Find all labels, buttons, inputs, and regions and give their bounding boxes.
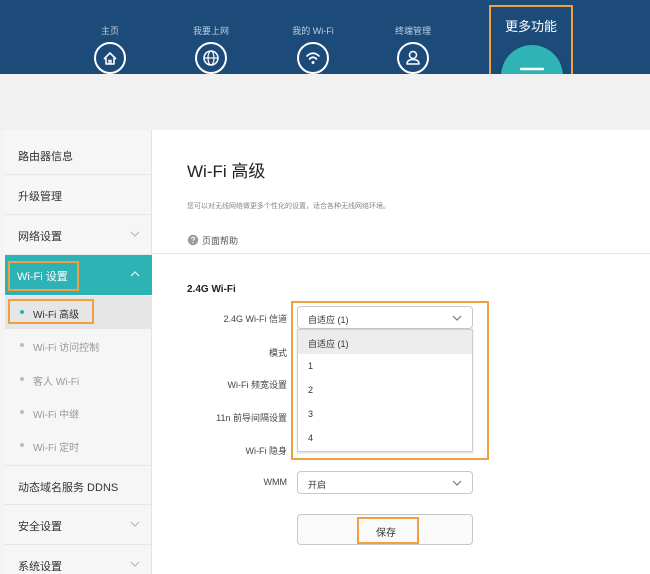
sidebar: 路由器信息 升级管理 网络设置 Wi-Fi 设置 Wi-Fi 高级 Wi-Fi … (5, 130, 152, 574)
wifi-icon (297, 42, 329, 74)
nav-item-home[interactable]: 主页 (70, 0, 150, 74)
option-label: 4 (308, 433, 314, 443)
nav-label-wifi: 我的 Wi-Fi (292, 26, 334, 36)
sidebar-subitem-wifi-timer[interactable]: Wi-Fi 定时 (5, 429, 152, 462)
nav-item-internet[interactable]: 我要上网 (171, 0, 251, 74)
sidebar-item-label: 路由器信息 (18, 151, 73, 163)
sidebar-subitem-label: Wi-Fi 中继 (33, 410, 80, 421)
channel-dropdown-list: 自适应 (1) 1 2 3 4 (297, 329, 473, 452)
nav-label-home: 主页 (100, 26, 119, 36)
page-title: Wi-Fi 高级 (187, 162, 266, 181)
wmm-select[interactable]: 开启 (297, 471, 473, 494)
channel-select[interactable]: 自适应 (1) (297, 306, 473, 329)
sidebar-subitem-guest-wifi[interactable]: 客人 Wi-Fi (5, 363, 152, 396)
option-label: 3 (308, 409, 314, 419)
chevron-down-icon (130, 519, 140, 529)
sidebar-subitem-label: Wi-Fi 定时 (33, 443, 80, 454)
sidebar-subitem-wifi-advanced[interactable]: Wi-Fi 高级 (5, 296, 152, 329)
page-description: 您可以对无线网络做更多个性化的设置，适合各种无线网络环境。 (187, 203, 390, 210)
sidebar-subitem-wifi-access-control[interactable]: Wi-Fi 访问控制 (5, 329, 152, 362)
help-link[interactable]: 页面帮助 (187, 234, 238, 247)
chevron-down-icon (451, 477, 463, 489)
header-spacer (0, 74, 650, 130)
channel-option-2[interactable]: 2 (298, 378, 472, 402)
nav-item-my-wifi[interactable]: 我的 Wi-Fi (273, 0, 353, 74)
help-icon (187, 234, 199, 246)
sidebar-item-router-info[interactable]: 路由器信息 (5, 135, 152, 175)
sidebar-subitem-label: Wi-Fi 高级 (33, 310, 80, 321)
nav-item-device-management[interactable]: 终端管理 (373, 0, 453, 74)
mode-label: 模式 (268, 348, 287, 358)
sidebar-item-label: 升级管理 (18, 191, 62, 203)
save-button[interactable]: 保存 (297, 514, 473, 545)
chevron-down-icon (130, 559, 140, 569)
channel-option-auto[interactable]: 自适应 (1) (298, 330, 472, 354)
channel-option-3[interactable]: 3 (298, 402, 472, 426)
channel-select-value: 自适应 (1) (308, 315, 349, 325)
divider (152, 253, 650, 254)
option-label: 1 (308, 361, 314, 371)
channel-label: 2.4G Wi-Fi 信道 (223, 314, 287, 324)
sidebar-item-system-settings[interactable]: 系统设置 (5, 545, 152, 574)
sidebar-item-label: 动态域名服务 DDNS (18, 482, 119, 494)
bullet-dot (20, 377, 24, 381)
bullet-dot (20, 410, 24, 414)
nav-label-devices: 终端管理 (394, 26, 431, 36)
sidebar-item-security[interactable]: 安全设置 (5, 505, 152, 545)
main-panel: Wi-Fi 高级 您可以对无线网络做更多个性化的设置，适合各种无线网络环境。 页… (152, 130, 650, 574)
more-functions-label: 更多功能 (504, 19, 557, 34)
channel-option-1[interactable]: 1 (298, 354, 472, 378)
sidebar-item-label: 安全设置 (18, 521, 62, 533)
chevron-up-icon (130, 269, 140, 279)
sidebar-item-label: 系统设置 (18, 561, 62, 573)
sidebar-item-label: Wi-Fi 设置 (8, 261, 79, 291)
help-link-label: 页面帮助 (202, 236, 239, 246)
save-button-label: 保存 (376, 528, 396, 539)
bullet-dot (20, 443, 24, 447)
wmm-label: WMM (263, 477, 288, 487)
wifi-hide-label: Wi-Fi 隐身 (245, 446, 288, 456)
chevron-down-icon (130, 229, 140, 239)
section-title: 2.4G Wi-Fi (187, 284, 236, 295)
sidebar-subitem-label: 客人 Wi-Fi (33, 377, 80, 388)
bullet-dot (20, 310, 24, 314)
bandwidth-label: Wi-Fi 频宽设置 (227, 380, 288, 390)
nav-label-internet: 我要上网 (192, 26, 229, 36)
bullet-dot (20, 343, 24, 347)
sidebar-item-network-settings[interactable]: 网络设置 (5, 215, 152, 255)
wmm-select-value: 开启 (308, 480, 327, 490)
sidebar-subitem-label: Wi-Fi 访问控制 (33, 343, 100, 354)
channel-option-4[interactable]: 4 (298, 426, 472, 450)
sidebar-item-ddns[interactable]: 动态域名服务 DDNS (5, 465, 152, 505)
sidebar-subitem-wifi-relay[interactable]: Wi-Fi 中继 (5, 396, 152, 429)
option-label: 2 (308, 385, 314, 395)
home-icon (94, 42, 126, 74)
user-icon (397, 42, 429, 74)
sidebar-item-upgrade[interactable]: 升级管理 (5, 175, 152, 215)
option-label: 自适应 (1) (308, 339, 349, 349)
chevron-down-icon (451, 312, 463, 324)
globe-icon (195, 42, 227, 74)
sidebar-item-label: 网络设置 (18, 231, 62, 243)
sidebar-item-wifi-settings[interactable]: Wi-Fi 设置 (5, 255, 152, 295)
guard-interval-label: 11n 前导间隔设置 (216, 413, 287, 423)
